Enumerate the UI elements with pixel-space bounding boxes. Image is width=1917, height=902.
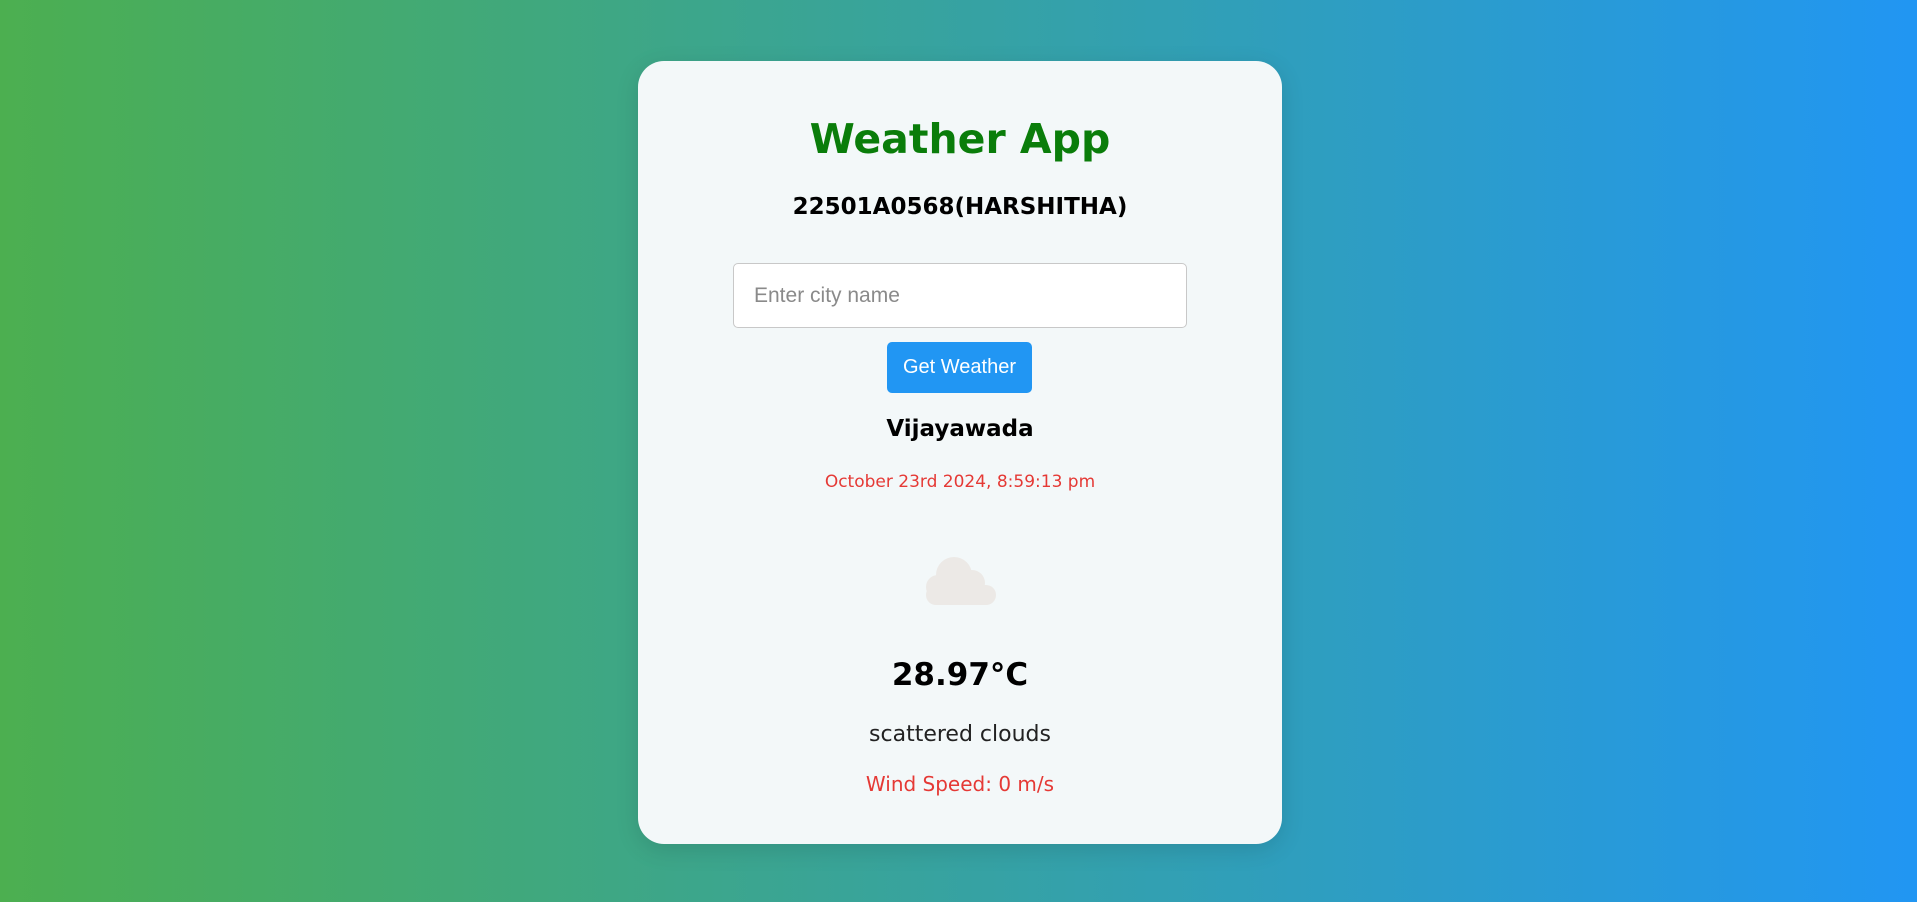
weather-card: Weather App 22501A0568(HARSHITHA) Get We…: [638, 61, 1282, 844]
get-weather-button[interactable]: Get Weather: [887, 342, 1032, 393]
city-name: Vijayawada: [886, 416, 1034, 442]
page-background: { "app": { "title": "Weather App", "stud…: [0, 0, 1917, 902]
wind-speed: Wind Speed: 0 m/s: [865, 772, 1055, 796]
date-time: October 23rd 2024, 8:59:13 pm: [824, 472, 1096, 492]
temperature: 28.97°C: [891, 657, 1029, 693]
student-id: 22501A0568(HARSHITHA): [792, 194, 1128, 220]
app-title: Weather App: [809, 115, 1111, 163]
weather-description: scattered clouds: [869, 722, 1051, 747]
cloud-icon: [926, 557, 996, 605]
city-search-input[interactable]: [733, 263, 1187, 328]
